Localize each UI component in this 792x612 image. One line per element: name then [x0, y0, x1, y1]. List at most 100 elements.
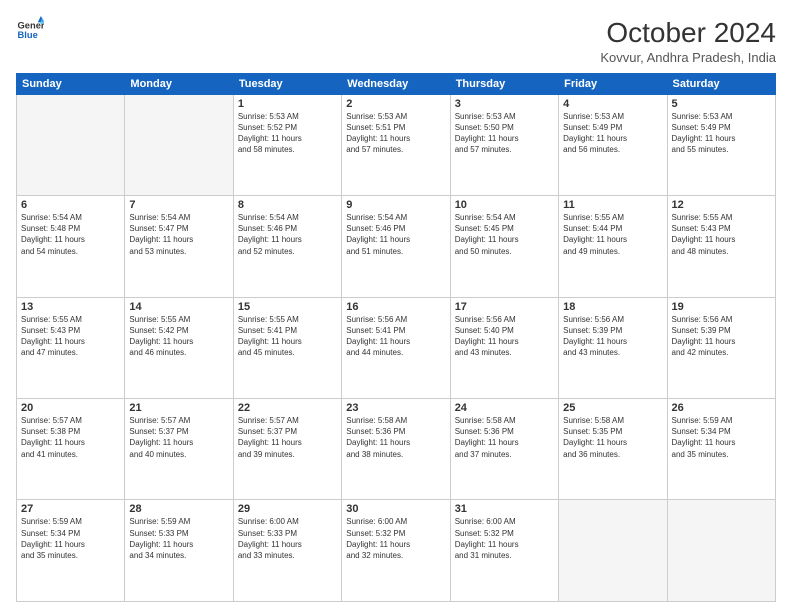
table-row: 26Sunrise: 5:59 AM Sunset: 5:34 PM Dayli… [667, 399, 775, 500]
logo-icon: General Blue [16, 16, 44, 44]
col-friday: Friday [559, 73, 667, 94]
logo: General Blue [16, 16, 44, 44]
col-saturday: Saturday [667, 73, 775, 94]
day-info: Sunrise: 5:56 AM Sunset: 5:39 PM Dayligh… [563, 314, 662, 359]
calendar-week-0: 1Sunrise: 5:53 AM Sunset: 5:52 PM Daylig… [17, 94, 776, 195]
day-info: Sunrise: 6:00 AM Sunset: 5:32 PM Dayligh… [346, 516, 445, 561]
table-row: 27Sunrise: 5:59 AM Sunset: 5:34 PM Dayli… [17, 500, 125, 602]
day-info: Sunrise: 5:54 AM Sunset: 5:46 PM Dayligh… [346, 212, 445, 257]
col-sunday: Sunday [17, 73, 125, 94]
table-row: 28Sunrise: 5:59 AM Sunset: 5:33 PM Dayli… [125, 500, 233, 602]
table-row: 17Sunrise: 5:56 AM Sunset: 5:40 PM Dayli… [450, 297, 558, 398]
day-info: Sunrise: 5:53 AM Sunset: 5:49 PM Dayligh… [563, 111, 662, 156]
table-row: 3Sunrise: 5:53 AM Sunset: 5:50 PM Daylig… [450, 94, 558, 195]
col-tuesday: Tuesday [233, 73, 341, 94]
day-info: Sunrise: 5:54 AM Sunset: 5:48 PM Dayligh… [21, 212, 120, 257]
day-info: Sunrise: 5:55 AM Sunset: 5:43 PM Dayligh… [672, 212, 771, 257]
day-number: 21 [129, 402, 228, 414]
calendar-week-1: 6Sunrise: 5:54 AM Sunset: 5:48 PM Daylig… [17, 196, 776, 297]
table-row: 14Sunrise: 5:55 AM Sunset: 5:42 PM Dayli… [125, 297, 233, 398]
svg-text:Blue: Blue [18, 30, 38, 40]
calendar-table: Sunday Monday Tuesday Wednesday Thursday… [16, 73, 776, 602]
table-row: 8Sunrise: 5:54 AM Sunset: 5:46 PM Daylig… [233, 196, 341, 297]
table-row: 29Sunrise: 6:00 AM Sunset: 5:33 PM Dayli… [233, 500, 341, 602]
day-info: Sunrise: 5:55 AM Sunset: 5:44 PM Dayligh… [563, 212, 662, 257]
day-info: Sunrise: 5:54 AM Sunset: 5:46 PM Dayligh… [238, 212, 337, 257]
table-row [667, 500, 775, 602]
col-thursday: Thursday [450, 73, 558, 94]
day-number: 12 [672, 199, 771, 211]
day-number: 27 [21, 503, 120, 515]
day-number: 7 [129, 199, 228, 211]
day-number: 30 [346, 503, 445, 515]
day-number: 29 [238, 503, 337, 515]
table-row: 23Sunrise: 5:58 AM Sunset: 5:36 PM Dayli… [342, 399, 450, 500]
day-number: 13 [21, 301, 120, 313]
day-number: 2 [346, 98, 445, 110]
table-row: 22Sunrise: 5:57 AM Sunset: 5:37 PM Dayli… [233, 399, 341, 500]
day-info: Sunrise: 5:55 AM Sunset: 5:43 PM Dayligh… [21, 314, 120, 359]
table-row: 13Sunrise: 5:55 AM Sunset: 5:43 PM Dayli… [17, 297, 125, 398]
page-title: October 2024 [600, 16, 776, 50]
table-row: 6Sunrise: 5:54 AM Sunset: 5:48 PM Daylig… [17, 196, 125, 297]
table-row: 2Sunrise: 5:53 AM Sunset: 5:51 PM Daylig… [342, 94, 450, 195]
page: General Blue October 2024 Kovvur, Andhra… [0, 0, 792, 612]
day-info: Sunrise: 5:53 AM Sunset: 5:49 PM Dayligh… [672, 111, 771, 156]
day-info: Sunrise: 5:59 AM Sunset: 5:34 PM Dayligh… [21, 516, 120, 561]
table-row: 24Sunrise: 5:58 AM Sunset: 5:36 PM Dayli… [450, 399, 558, 500]
day-info: Sunrise: 5:55 AM Sunset: 5:42 PM Dayligh… [129, 314, 228, 359]
day-number: 1 [238, 98, 337, 110]
table-row: 10Sunrise: 5:54 AM Sunset: 5:45 PM Dayli… [450, 196, 558, 297]
day-info: Sunrise: 5:54 AM Sunset: 5:47 PM Dayligh… [129, 212, 228, 257]
table-row: 7Sunrise: 5:54 AM Sunset: 5:47 PM Daylig… [125, 196, 233, 297]
table-row: 11Sunrise: 5:55 AM Sunset: 5:44 PM Dayli… [559, 196, 667, 297]
title-block: October 2024 Kovvur, Andhra Pradesh, Ind… [600, 16, 776, 65]
table-row: 4Sunrise: 5:53 AM Sunset: 5:49 PM Daylig… [559, 94, 667, 195]
day-number: 26 [672, 402, 771, 414]
day-info: Sunrise: 5:56 AM Sunset: 5:40 PM Dayligh… [455, 314, 554, 359]
day-info: Sunrise: 5:53 AM Sunset: 5:50 PM Dayligh… [455, 111, 554, 156]
table-row: 25Sunrise: 5:58 AM Sunset: 5:35 PM Dayli… [559, 399, 667, 500]
day-info: Sunrise: 5:54 AM Sunset: 5:45 PM Dayligh… [455, 212, 554, 257]
table-row: 5Sunrise: 5:53 AM Sunset: 5:49 PM Daylig… [667, 94, 775, 195]
table-row: 21Sunrise: 5:57 AM Sunset: 5:37 PM Dayli… [125, 399, 233, 500]
day-info: Sunrise: 5:57 AM Sunset: 5:37 PM Dayligh… [238, 415, 337, 460]
table-row: 31Sunrise: 6:00 AM Sunset: 5:32 PM Dayli… [450, 500, 558, 602]
day-number: 23 [346, 402, 445, 414]
day-number: 11 [563, 199, 662, 211]
day-number: 15 [238, 301, 337, 313]
day-number: 25 [563, 402, 662, 414]
day-info: Sunrise: 5:59 AM Sunset: 5:34 PM Dayligh… [672, 415, 771, 460]
table-row: 12Sunrise: 5:55 AM Sunset: 5:43 PM Dayli… [667, 196, 775, 297]
calendar-week-3: 20Sunrise: 5:57 AM Sunset: 5:38 PM Dayli… [17, 399, 776, 500]
day-number: 18 [563, 301, 662, 313]
table-row: 15Sunrise: 5:55 AM Sunset: 5:41 PM Dayli… [233, 297, 341, 398]
day-info: Sunrise: 5:53 AM Sunset: 5:51 PM Dayligh… [346, 111, 445, 156]
day-info: Sunrise: 5:58 AM Sunset: 5:36 PM Dayligh… [455, 415, 554, 460]
calendar-week-4: 27Sunrise: 5:59 AM Sunset: 5:34 PM Dayli… [17, 500, 776, 602]
day-info: Sunrise: 5:59 AM Sunset: 5:33 PM Dayligh… [129, 516, 228, 561]
col-monday: Monday [125, 73, 233, 94]
day-number: 16 [346, 301, 445, 313]
table-row: 20Sunrise: 5:57 AM Sunset: 5:38 PM Dayli… [17, 399, 125, 500]
day-number: 28 [129, 503, 228, 515]
day-info: Sunrise: 5:56 AM Sunset: 5:41 PM Dayligh… [346, 314, 445, 359]
day-number: 14 [129, 301, 228, 313]
day-number: 22 [238, 402, 337, 414]
day-info: Sunrise: 5:58 AM Sunset: 5:35 PM Dayligh… [563, 415, 662, 460]
day-info: Sunrise: 5:53 AM Sunset: 5:52 PM Dayligh… [238, 111, 337, 156]
col-wednesday: Wednesday [342, 73, 450, 94]
table-row [17, 94, 125, 195]
day-info: Sunrise: 5:57 AM Sunset: 5:37 PM Dayligh… [129, 415, 228, 460]
page-subtitle: Kovvur, Andhra Pradesh, India [600, 50, 776, 65]
header-row: Sunday Monday Tuesday Wednesday Thursday… [17, 73, 776, 94]
day-number: 31 [455, 503, 554, 515]
day-info: Sunrise: 5:58 AM Sunset: 5:36 PM Dayligh… [346, 415, 445, 460]
day-number: 24 [455, 402, 554, 414]
table-row: 16Sunrise: 5:56 AM Sunset: 5:41 PM Dayli… [342, 297, 450, 398]
day-number: 17 [455, 301, 554, 313]
day-info: Sunrise: 5:57 AM Sunset: 5:38 PM Dayligh… [21, 415, 120, 460]
table-row: 18Sunrise: 5:56 AM Sunset: 5:39 PM Dayli… [559, 297, 667, 398]
day-number: 3 [455, 98, 554, 110]
day-number: 20 [21, 402, 120, 414]
